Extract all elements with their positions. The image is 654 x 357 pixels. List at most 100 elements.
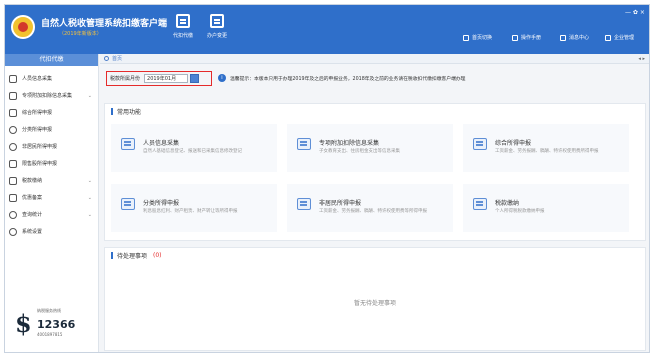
home-switch-link[interactable]: 首页切换 xyxy=(463,34,492,41)
function-card-nonresident-income[interactable]: 非居民所得申报 工资薪金、劳务报酬、稿酬、特许权使用费等所得申报 xyxy=(287,184,453,232)
person-icon xyxy=(9,74,17,83)
function-desc: 个人所得税税款缴纳申报 xyxy=(495,209,545,214)
withholding-button[interactable]: 代扣代缴 xyxy=(167,11,199,51)
function-card-tax-payment[interactable]: 税款缴纳 个人所得税税款缴纳申报 xyxy=(463,184,629,232)
sidebar-item-query-stats[interactable]: 查询统计 ⌄ xyxy=(5,206,98,223)
period-row: 税款所属月份 2019年01月 i 温馨提示：本版本只用于办理2019年及之后的… xyxy=(100,69,649,88)
function-title: 专项附加扣除信息采集 xyxy=(319,140,380,147)
tab-bar-controls[interactable]: ◂ ▸ xyxy=(638,56,645,62)
app-header: 自然人税收管理系统扣缴客户端 （2019年新版本） 代扣代缴 办户变更 首页切换… xyxy=(5,5,649,54)
document-icon xyxy=(9,108,17,117)
manual-link[interactable]: 操作手册 xyxy=(512,34,541,41)
gear-icon xyxy=(9,227,17,236)
sidebar-item-label: 专项附加扣除信息采集 xyxy=(22,93,73,99)
function-card-special-deduction[interactable]: 专项附加扣除信息采集 子女教育支出、住房租金支出等信息采集 xyxy=(287,124,453,172)
hotline-logo-icon: $ xyxy=(15,309,32,338)
document-icon xyxy=(9,193,17,202)
common-functions-panel: 常用功能 人员信息采集 自然人基础信息登记、报送和已采集信息修改登记 专项附加扣… xyxy=(104,103,646,241)
chevron-down-icon: ⌄ xyxy=(87,194,92,201)
sidebar-item-label: 非居民所得申报 xyxy=(22,144,58,150)
function-card-personnel-info[interactable]: 人员信息采集 自然人基础信息登记、报送和已采集信息修改登记 xyxy=(111,124,277,172)
client-window: 自然人税收管理系统扣缴客户端 （2019年新版本） 代扣代缴 办户变更 首页切换… xyxy=(4,4,650,353)
sidebar-item-label: 综合所得申报 xyxy=(22,110,53,116)
function-desc: 利息股息红利、财产租赁、财产转让等所得申报 xyxy=(143,209,238,214)
tax-period-input[interactable]: 2019年01月 xyxy=(144,74,189,83)
pending-items-header: 待处理事项 (0) xyxy=(105,248,645,262)
edit-icon xyxy=(297,198,311,210)
function-title: 人员信息采集 xyxy=(143,140,180,147)
function-desc: 工资薪金、劳务报酬、稿酬、特许权使用费等所得申报 xyxy=(319,209,427,214)
sidebar-item-label: 分类所得申报 xyxy=(22,127,53,133)
home-tab-icon xyxy=(104,56,109,61)
hotline-number: 12366 xyxy=(37,318,76,331)
tax-period-label: 税款所属月份 xyxy=(110,76,141,82)
main-content: 首页 ◂ ▸ 税款所属月份 2019年01月 i 温馨提示：本版本只用于办理20… xyxy=(100,54,649,352)
payment-icon xyxy=(473,198,487,210)
tab-home[interactable]: 首页 xyxy=(112,55,122,62)
book-icon xyxy=(512,34,518,41)
pending-items-title: 待处理事项 xyxy=(117,252,148,260)
window-controls[interactable]: — ✿ × xyxy=(625,9,645,16)
payment-icon xyxy=(9,176,17,185)
pending-items-count: (0) xyxy=(153,251,162,259)
function-card-classified-income[interactable]: 分类所得申报 利息股息红利、财产租赁、财产转让等所得申报 xyxy=(111,184,277,232)
common-functions-header: 常用功能 xyxy=(105,104,645,118)
sidebar-item-personnel-info[interactable]: 人员信息采集 xyxy=(5,70,98,87)
sidebar-item-classified-income[interactable]: 分类所得申报 xyxy=(5,121,98,138)
chevron-down-icon: ⌄ xyxy=(87,177,92,184)
title-bar-accent xyxy=(111,251,113,259)
service-hotline: $ 纳税服务热线 12366 4001897815 xyxy=(15,306,91,348)
tax-period-selector: 税款所属月份 2019年01月 xyxy=(106,71,212,86)
hotline-sub: 4001897815 xyxy=(37,332,63,337)
pie-icon xyxy=(9,125,17,134)
report-icon xyxy=(121,198,135,210)
sidebar-item-tax-payment[interactable]: 税款缴纳 ⌄ xyxy=(5,172,98,189)
sidebar-item-label: 查询统计 xyxy=(22,212,43,218)
enterprise-icon xyxy=(605,34,611,41)
id-card-icon xyxy=(121,138,135,150)
hotline-caption: 纳税服务热线 xyxy=(37,308,61,313)
sidebar-item-label: 优惠备案 xyxy=(22,195,43,201)
sidebar-item-label: 系统设置 xyxy=(22,229,43,235)
withholding-button-label: 代扣代缴 xyxy=(172,33,193,39)
function-card-comprehensive-income[interactable]: 综合所得申报 工资薪金、劳务报酬、稿酬、特许权使用费所得申报 xyxy=(463,124,629,172)
sidebar-item-label: 人员信息采集 xyxy=(22,76,53,82)
chevron-down-icon: ⌄ xyxy=(87,211,92,218)
sidebar-item-nonresident-income[interactable]: 非居民所得申报 xyxy=(5,138,98,155)
pending-items-panel: 待处理事项 (0) 暂无待处理事项 xyxy=(104,247,646,351)
function-title: 非居民所得申报 xyxy=(319,200,362,207)
grid-icon xyxy=(9,91,17,100)
tax-emblem-logo xyxy=(11,15,35,39)
sidebar-item-restricted-stock[interactable]: 限售股所得申报 xyxy=(5,155,98,172)
sidebar-item-comprehensive-income[interactable]: 综合所得申报 xyxy=(5,104,98,121)
account-change-button-label: 办户变更 xyxy=(206,33,227,39)
calendar-icon[interactable] xyxy=(190,74,200,83)
home-icon xyxy=(463,34,469,41)
search-icon xyxy=(9,210,17,219)
function-title: 税款缴纳 xyxy=(495,200,520,207)
info-icon: i xyxy=(218,74,226,82)
enterprise-manage-link[interactable]: 企业管理 xyxy=(605,34,634,41)
sidebar-item-preferential-filing[interactable]: 优惠备案 ⌄ xyxy=(5,189,98,206)
sidebar-item-system-settings[interactable]: 系统设置 xyxy=(5,223,98,240)
sidebar-item-special-deduction[interactable]: 专项附加扣除信息采集 ⌄ xyxy=(5,87,98,104)
mail-icon xyxy=(560,34,566,41)
app-title: 自然人税收管理系统扣缴客户端 xyxy=(41,19,168,29)
chart-icon xyxy=(9,159,17,168)
sidebar-item-label: 税款缴纳 xyxy=(22,178,43,184)
title-bar-accent xyxy=(111,107,113,115)
message-center-link[interactable]: 消息中心 xyxy=(560,34,589,41)
building-icon xyxy=(176,14,190,28)
function-desc: 子女教育支出、住房租金支出等信息采集 xyxy=(319,149,400,154)
person-icon xyxy=(9,142,17,151)
app-subtitle: （2019年新版本） xyxy=(59,31,102,37)
report-icon xyxy=(473,138,487,150)
sidebar: 代扣代缴 人员信息采集 专项附加扣除信息采集 ⌄ 综合所得申报 分类所得申报 非… xyxy=(5,54,99,352)
notice-text: 温馨提示：本版本只用于办理2019年及之后的申报业务，2018年及之前的业务请在… xyxy=(230,77,466,82)
form-icon xyxy=(297,138,311,150)
function-title: 综合所得申报 xyxy=(495,140,532,147)
account-change-button[interactable]: 办户变更 xyxy=(201,11,233,51)
chevron-down-icon: ⌄ xyxy=(87,92,92,99)
sidebar-title: 代扣代缴 xyxy=(5,54,98,66)
common-functions-title: 常用功能 xyxy=(117,108,142,116)
